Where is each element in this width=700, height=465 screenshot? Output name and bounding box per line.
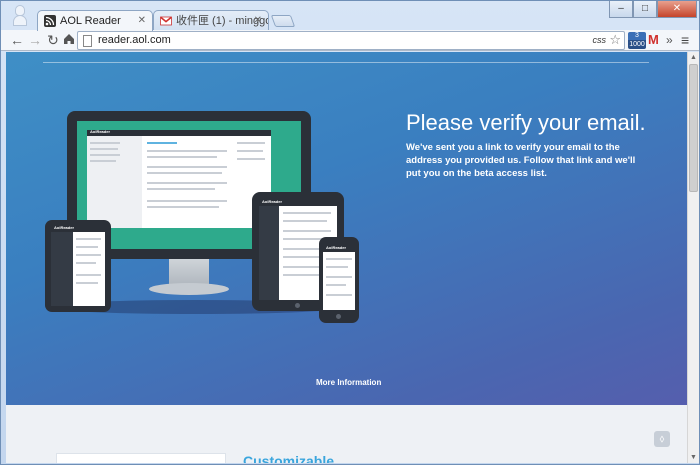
new-tab-button[interactable]	[270, 15, 296, 27]
window-controls: – □ ✕	[609, 1, 697, 19]
gmail-extension-icon[interactable]: M	[648, 32, 662, 49]
profile-avatar-icon[interactable]	[13, 4, 27, 26]
scroll-down-arrow-icon[interactable]: ▼	[688, 452, 699, 463]
tab-aol-reader[interactable]: AOL Reader ✕	[37, 10, 153, 31]
feature-card	[56, 453, 226, 463]
page-icon	[83, 35, 92, 47]
features-section: Customizable ⬨	[6, 405, 687, 463]
phone-left-app-logo: AolReader	[54, 225, 75, 230]
page-viewport: AolReader AolReader AolReader AolReader …	[6, 52, 687, 463]
url-text: reader.aol.com	[98, 34, 171, 46]
feature-heading: Customizable	[243, 453, 335, 463]
extension-counter-icon[interactable]: 3 1000	[628, 32, 646, 49]
home-icon[interactable]	[61, 32, 77, 48]
address-bar[interactable]: reader.aol.com css ☆	[77, 31, 625, 50]
phone-right-app-logo: AolReader	[326, 245, 347, 250]
verify-email-heading: Please verify your email.	[406, 110, 646, 135]
browser-toolbar: ← → ↻ reader.aol.com css ☆ 3 1000 M » ≡	[1, 30, 699, 51]
maximize-button[interactable]: □	[633, 1, 657, 18]
back-arrow-icon[interactable]: ←	[9, 32, 25, 48]
tablet-app-logo: AolReader	[262, 199, 283, 204]
reload-icon[interactable]: ↻	[45, 32, 61, 48]
phone-right-illustration: AolReader	[319, 237, 359, 323]
close-window-button[interactable]: ✕	[657, 1, 697, 18]
bookmark-star-icon[interactable]: ☆	[609, 32, 621, 48]
tab-close-icon[interactable]: ✕	[138, 11, 146, 31]
more-extensions-icon[interactable]: »	[666, 32, 676, 49]
header-divider	[43, 62, 649, 63]
phone-left-illustration: AolReader	[45, 220, 111, 312]
scrollbar-thumb[interactable]	[689, 64, 698, 192]
tab-gmail-inbox[interactable]: 收件匣 (1) - minggochou ✕	[153, 10, 269, 31]
more-information-link[interactable]: More Information	[316, 378, 381, 387]
scroll-up-arrow-icon[interactable]: ▲	[688, 52, 699, 63]
rss-icon	[44, 15, 56, 27]
chrome-menu-icon[interactable]: ≡	[681, 32, 695, 49]
forward-arrow-icon[interactable]: →	[27, 32, 43, 48]
gmail-icon	[160, 16, 172, 26]
monitor-app-logo: AolReader	[90, 129, 111, 134]
verify-email-message: We've sent you a link to verify your ema…	[406, 142, 636, 179]
minimize-button[interactable]: –	[609, 1, 633, 18]
tab-close-icon[interactable]: ✕	[254, 11, 262, 31]
vertical-scrollbar[interactable]: ▲ ▼	[687, 52, 699, 463]
tab-title: AOL Reader	[60, 15, 121, 27]
browser-window: AOL Reader ✕ 收件匣 (1) - minggochou ✕ – □ …	[0, 0, 700, 465]
tab-strip: AOL Reader ✕ 收件匣 (1) - minggochou ✕ – □ …	[1, 1, 700, 31]
css-extension-label[interactable]: css	[593, 35, 607, 45]
feed-icon[interactable]: ⬨	[654, 431, 670, 447]
